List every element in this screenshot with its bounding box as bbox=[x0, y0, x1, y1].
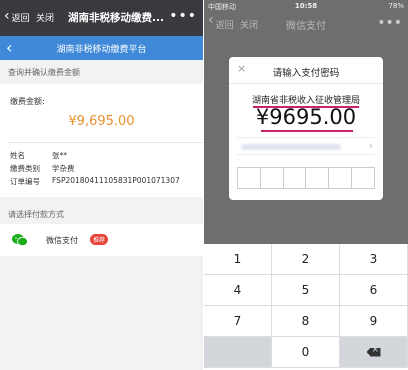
detail-value: FSP20180411105831P001071307 bbox=[52, 176, 180, 185]
left-title-bar: ‹ 返回 关闭 湖南非税移动缴费... ••• bbox=[0, 0, 203, 36]
key-8[interactable]: 8 bbox=[272, 306, 340, 337]
key-blank bbox=[204, 337, 272, 368]
key-4[interactable]: 4 bbox=[204, 275, 272, 306]
platform-title: 湖南非税移动缴费平台 bbox=[56, 45, 147, 55]
key-6[interactable]: 6 bbox=[340, 275, 408, 306]
blurred-card-info bbox=[241, 144, 341, 150]
detail-row-name: 姓名 张** bbox=[10, 150, 67, 161]
password-digit-box bbox=[261, 168, 284, 188]
detail-row-category: 缴费类别 学杂费 bbox=[10, 163, 75, 174]
password-digit-box bbox=[306, 168, 330, 188]
more-icon[interactable]: ••• bbox=[169, 8, 197, 24]
password-digit-box bbox=[284, 168, 307, 188]
status-bar: 中国移动 10:58 78% bbox=[204, 0, 408, 12]
payment-info-card: 缴费金额: ¥9,695.00 姓名 张** 缴费类别 学杂费 订单编号 FSP… bbox=[0, 84, 203, 197]
divider bbox=[229, 83, 383, 84]
detail-key: 缴费类别 bbox=[10, 164, 40, 173]
key-2[interactable]: 2 bbox=[272, 244, 340, 275]
clock: 10:58 bbox=[294, 2, 318, 10]
password-digit-box bbox=[238, 168, 261, 188]
left-phone-screen: ‹ 返回 关闭 湖南非税移动缴费... ••• ‹ 湖南非税移动缴费平台 查询并… bbox=[0, 0, 203, 370]
key-1[interactable]: 1 bbox=[204, 244, 272, 275]
wechat-pay-icon bbox=[12, 234, 28, 247]
battery-level: 78% bbox=[388, 2, 404, 10]
method-section-label: 请选择付款方式 bbox=[8, 210, 64, 219]
confirm-section-label: 查询并确认缴费金额 bbox=[8, 68, 80, 77]
detail-key: 订单编号 bbox=[10, 177, 40, 186]
password-digit-box bbox=[329, 168, 353, 188]
chevron-right-icon: › bbox=[368, 139, 373, 152]
numeric-keypad: 1 2 3 4 5 6 7 8 9 0 bbox=[204, 244, 408, 370]
payment-method-name: 微信支付 bbox=[46, 236, 78, 245]
payment-card-selector[interactable]: › bbox=[237, 137, 375, 155]
key-5[interactable]: 5 bbox=[272, 275, 340, 306]
platform-header: ‹ 湖南非税移动缴费平台 bbox=[0, 36, 203, 60]
key-9[interactable]: 9 bbox=[340, 306, 408, 337]
back-label: 返回 bbox=[11, 14, 30, 24]
highlight-underline bbox=[261, 130, 353, 132]
key-0[interactable]: 0 bbox=[272, 337, 340, 368]
amount-value: ¥9,695.00 bbox=[68, 114, 135, 129]
delete-key[interactable] bbox=[340, 337, 408, 368]
dialog-title: 请输入支付密码 bbox=[272, 68, 340, 79]
back-button[interactable]: ‹ 返回 bbox=[4, 8, 30, 24]
amount-label: 缴费金额: bbox=[10, 97, 45, 106]
divider bbox=[8, 142, 203, 143]
chevron-left-icon: ‹ bbox=[4, 8, 10, 24]
wechat-pay-option[interactable]: 微信支付 推荐 bbox=[0, 224, 203, 256]
payment-amount: ¥9695.00 bbox=[255, 105, 357, 129]
backspace-icon bbox=[366, 347, 381, 357]
payment-password-dialog: × 请输入支付密码 湖南省非税收入征收管理局 ¥9695.00 › bbox=[229, 57, 383, 200]
recommend-badge: 推荐 bbox=[90, 234, 109, 245]
more-icon[interactable]: ••• bbox=[377, 15, 402, 31]
right-phone-screen: 中国移动 10:58 78% ‹ 返回 关闭 微信支付 ••• × 请输入支付密… bbox=[204, 0, 408, 370]
password-input[interactable] bbox=[237, 167, 375, 189]
page-title: 湖南非税移动缴费... bbox=[68, 12, 164, 24]
key-3[interactable]: 3 bbox=[340, 244, 408, 275]
detail-value: 学杂费 bbox=[52, 164, 75, 173]
detail-value: 张** bbox=[52, 151, 67, 160]
detail-row-order: 订单编号 FSP20180411105831P001071307 bbox=[10, 176, 180, 187]
password-digit-box bbox=[352, 168, 374, 188]
close-button[interactable]: 关闭 bbox=[36, 11, 54, 24]
right-title-bar: ‹ 返回 关闭 微信支付 ••• bbox=[204, 12, 408, 36]
key-7[interactable]: 7 bbox=[204, 306, 272, 337]
detail-key: 姓名 bbox=[10, 151, 25, 160]
